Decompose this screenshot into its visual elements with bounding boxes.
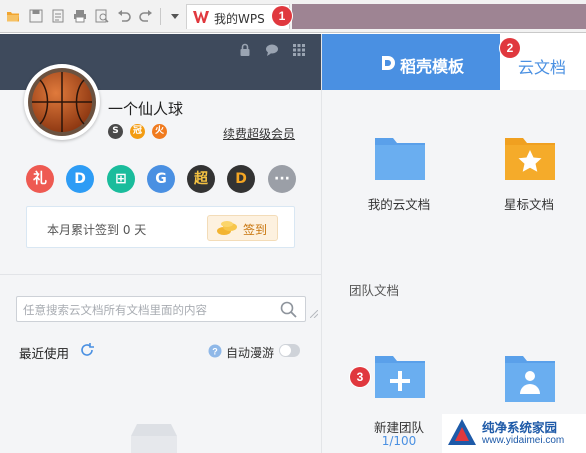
tab-cloud-docs-label: 云文档 xyxy=(518,58,567,77)
starred-docs-label: 星标文档 xyxy=(503,197,554,212)
site-logo-icon xyxy=(448,419,476,445)
recent-label: 最近使用 xyxy=(19,346,70,361)
folder-icon xyxy=(375,138,425,180)
super-app-icon[interactable]: 超 xyxy=(187,165,215,193)
team-folder-icon xyxy=(505,356,555,402)
my-cloud-docs-tile[interactable]: 我的云文档 xyxy=(344,134,454,214)
auto-roam-label: 自动漫游 xyxy=(226,346,275,360)
save-icon[interactable] xyxy=(29,9,43,23)
save-as-icon[interactable] xyxy=(51,9,65,23)
docer-logo-icon xyxy=(382,56,395,70)
auto-roam-toggle[interactable] xyxy=(279,344,300,357)
watermark-name: 纯净系统家园 xyxy=(482,420,558,435)
star-folder-icon xyxy=(505,138,555,180)
section-divider xyxy=(0,274,321,275)
docs-app-icon[interactable]: D xyxy=(66,165,94,193)
grid-menu-icon[interactable] xyxy=(292,43,306,57)
undo-icon[interactable] xyxy=(117,9,131,23)
svg-text:?: ? xyxy=(212,347,218,357)
dropdown-icon[interactable] xyxy=(168,9,182,23)
search-icon[interactable] xyxy=(280,301,297,318)
wps-logo-icon xyxy=(193,11,209,23)
quick-access-toolbar: 我的WPS xyxy=(0,0,586,33)
team-folder-tile[interactable] xyxy=(474,352,584,412)
refresh-icon[interactable] xyxy=(80,343,94,357)
search-placeholder: 任意搜索云文档所有文档里面的内容 xyxy=(23,303,207,317)
new-team-folder-icon xyxy=(375,356,425,398)
coins-icon xyxy=(217,221,237,235)
g-app-icon[interactable]: G xyxy=(147,165,175,193)
orange-d-app-icon[interactable]: D xyxy=(227,165,255,193)
plus-app-icon[interactable]: ⊞ xyxy=(107,165,135,193)
lock-icon[interactable] xyxy=(238,43,252,57)
fire-icon[interactable]: 火 xyxy=(152,124,167,139)
basketball-avatar-image xyxy=(28,68,96,136)
redo-icon[interactable] xyxy=(139,9,153,23)
resize-grip-icon xyxy=(310,310,318,318)
avatar[interactable] xyxy=(24,64,100,140)
more-apps-icon[interactable]: ··· xyxy=(268,165,296,193)
team-docs-title: 团队文档 xyxy=(349,283,400,298)
signin-card: 本月累计签到 0 天 签到 xyxy=(26,206,295,248)
tab-my-wps-label: 我的WPS xyxy=(214,12,265,26)
tab-bar-empty-area xyxy=(292,4,586,29)
empty-tray-icon xyxy=(131,424,177,453)
signin-count-text: 本月累计签到 0 天 xyxy=(47,223,147,237)
level-s-icon[interactable]: S xyxy=(108,124,123,139)
team-count: 1/100 xyxy=(381,434,417,448)
signin-button[interactable]: 签到 xyxy=(207,215,278,241)
toolbar-separator xyxy=(160,8,161,25)
site-watermark: 纯净系统家园 www.yidaimei.com xyxy=(442,414,586,453)
open-folder-icon[interactable] xyxy=(6,9,20,23)
gift-app-icon[interactable]: 礼 xyxy=(26,165,54,193)
print-icon[interactable] xyxy=(73,9,87,23)
crown-icon[interactable]: 冠 xyxy=(130,124,145,139)
step-badge-3: 3 xyxy=(350,367,370,387)
tab-docer-templates[interactable]: 稻壳模板 xyxy=(322,34,500,90)
starred-docs-tile[interactable]: 星标文档 xyxy=(474,134,584,214)
cloud-docs-panel: 稻壳模板 云文档 我的云文档 星标文档 团队文档 新建团队 1/100 xyxy=(321,34,586,453)
print-preview-icon[interactable] xyxy=(95,9,109,23)
step-badge-1: 1 xyxy=(272,6,292,26)
tab-docer-templates-label: 稻壳模板 xyxy=(400,57,465,76)
watermark-url: www.yidaimei.com xyxy=(482,435,565,446)
step-badge-2: 2 xyxy=(500,38,520,58)
renew-super-member-link[interactable]: 续费超级会员 xyxy=(223,125,295,142)
signin-button-label: 签到 xyxy=(243,223,268,237)
my-cloud-docs-label: 我的云文档 xyxy=(367,197,431,212)
user-panel: 一个仙人球 S 冠 火 续费超级会员 礼 D ⊞ G 超 D ··· 本月累计签… xyxy=(0,34,321,453)
help-icon[interactable]: ? xyxy=(208,344,222,358)
cloud-doc-search-input[interactable]: 任意搜索云文档所有文档里面的内容 xyxy=(16,296,306,322)
message-icon[interactable] xyxy=(265,43,279,57)
username: 一个仙人球 xyxy=(108,100,184,118)
